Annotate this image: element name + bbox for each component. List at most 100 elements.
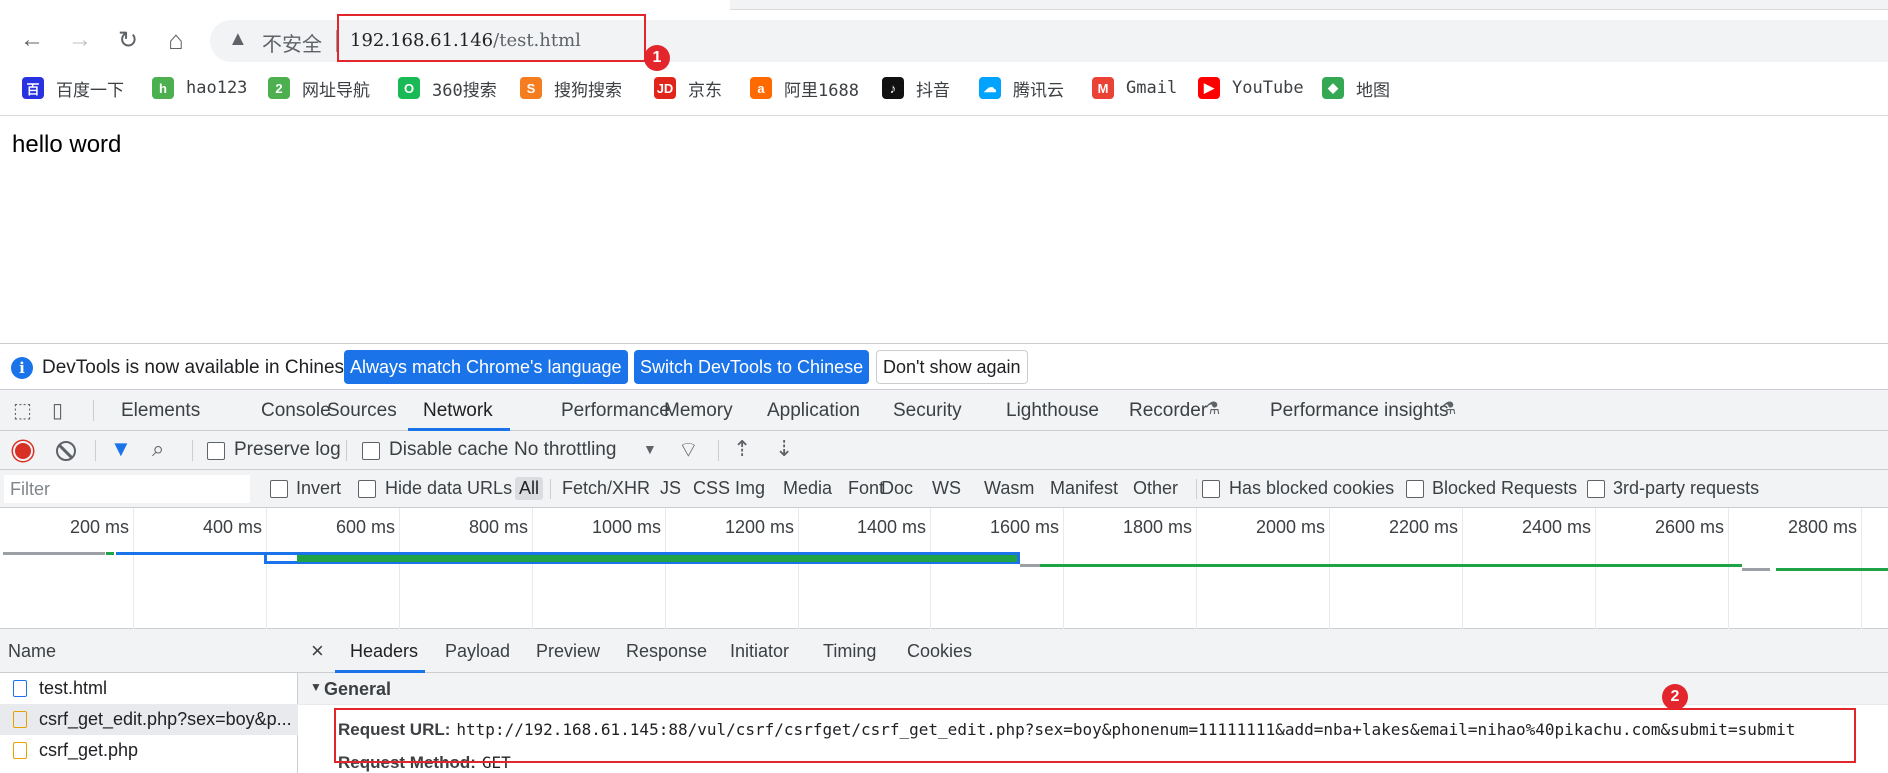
reload-icon[interactable]: ↻ xyxy=(110,22,146,58)
request-row-csrf-get[interactable]: csrf_get.php xyxy=(0,735,298,766)
filter-type-js[interactable]: JS xyxy=(656,477,685,500)
toolbar-divider xyxy=(95,440,96,461)
forward-icon[interactable]: → xyxy=(62,22,98,58)
warning-triangle-icon[interactable]: ▲ xyxy=(228,28,248,51)
detail-tab-initiator[interactable]: Initiator xyxy=(730,641,789,662)
bookmark-label: YouTube xyxy=(1232,78,1304,98)
timeline-gridline xyxy=(266,508,267,629)
name-column-header[interactable]: Name xyxy=(0,629,298,673)
timeline-gridline xyxy=(930,508,931,629)
inspect-element-icon[interactable]: ⬚ xyxy=(13,398,32,423)
bookmark-maps[interactable]: ◆ 地图 xyxy=(1322,74,1390,102)
filter-type-other[interactable]: Other xyxy=(1129,477,1182,500)
request-row-csrf-get-edit[interactable]: csrf_get_edit.php?sex=boy&p... xyxy=(0,704,298,735)
home-icon[interactable]: ⌂ xyxy=(158,22,194,58)
maps-icon: ◆ xyxy=(1322,77,1344,99)
general-section-header[interactable]: ▼ General xyxy=(298,673,1888,705)
has-blocked-cookies-checkbox[interactable] xyxy=(1202,480,1220,498)
tab-lighthouse[interactable]: Lighthouse xyxy=(1006,400,1099,422)
bookmark-alibaba[interactable]: a 阿里1688 xyxy=(750,74,859,102)
filter-type-css[interactable]: CSS xyxy=(689,477,734,500)
filter-type-ws[interactable]: WS xyxy=(928,477,965,500)
jd-icon: JD xyxy=(654,77,676,99)
record-icon[interactable] xyxy=(13,441,33,461)
filter-type-manifest[interactable]: Manifest xyxy=(1046,477,1122,500)
annotation-box-1 xyxy=(337,14,646,62)
request-row-test-html[interactable]: test.html xyxy=(0,673,298,704)
filter-type-fetch-xhr[interactable]: Fetch/XHR xyxy=(558,477,654,500)
filter-type-doc[interactable]: Doc xyxy=(877,477,917,500)
clear-icon[interactable] xyxy=(56,441,76,461)
bookmark-label: 腾讯云 xyxy=(1013,80,1064,101)
detail-tab-payload[interactable]: Payload xyxy=(445,641,510,662)
timeline-gridline xyxy=(665,508,666,629)
always-match-language-button[interactable]: Always match Chrome's language xyxy=(344,350,628,384)
blocked-requests-checkbox[interactable] xyxy=(1406,480,1424,498)
filter-icon[interactable]: ▼ xyxy=(110,436,132,462)
timeline-bar-waiting xyxy=(1040,564,1742,567)
bookmark-2345[interactable]: 2 网址导航 xyxy=(268,74,370,102)
tab-performance[interactable]: Performance xyxy=(561,400,670,422)
timeline-bar-download xyxy=(116,552,264,555)
detail-tab-response[interactable]: Response xyxy=(626,641,707,662)
throttling-select[interactable]: No throttling xyxy=(514,439,616,461)
timeline-gridline xyxy=(532,508,533,629)
tab-recorder[interactable]: Recorder xyxy=(1129,400,1207,422)
bookmark-360[interactable]: O 360搜索 xyxy=(398,74,497,102)
bookmark-youtube[interactable]: ▶ YouTube xyxy=(1198,74,1304,102)
chrome-divider xyxy=(0,115,1888,116)
tab-elements[interactable]: Elements xyxy=(121,400,200,422)
filter-type-all[interactable]: All xyxy=(515,477,544,500)
dont-show-again-button[interactable]: Don't show again xyxy=(876,350,1028,384)
bookmark-hao123[interactable]: h hao123 xyxy=(152,74,247,102)
chevron-down-icon[interactable]: ▼ xyxy=(643,441,657,457)
bookmark-jd[interactable]: JD 京东 xyxy=(654,74,722,102)
detail-tab-preview[interactable]: Preview xyxy=(536,641,600,662)
filter-type-img[interactable]: Img xyxy=(731,477,769,500)
device-toolbar-icon[interactable]: ▯ xyxy=(52,398,63,423)
bookmark-douyin[interactable]: ♪ 抖音 xyxy=(882,74,950,102)
tab-memory[interactable]: Memory xyxy=(664,400,733,422)
hide-data-urls-checkbox[interactable] xyxy=(358,480,376,498)
tab-network[interactable]: Network xyxy=(423,400,493,422)
bookmark-sogou[interactable]: S 搜狗搜索 xyxy=(520,74,622,102)
bookmark-label: 阿里1688 xyxy=(784,80,859,101)
timeline-gridline xyxy=(1595,508,1596,629)
bookmark-baidu[interactable]: 百百度一下 xyxy=(22,74,124,102)
tab-console[interactable]: Console xyxy=(261,400,331,422)
network-conditions-icon[interactable]: ⌔ xyxy=(678,436,699,464)
filter-type-media[interactable]: Media xyxy=(779,477,836,500)
security-indicator[interactable]: 不安全 xyxy=(262,28,322,57)
timeline-gridline xyxy=(798,508,799,629)
export-har-icon[interactable]: ⇣ xyxy=(775,436,793,462)
bookmark-label: 京东 xyxy=(688,80,722,101)
detail-tab-cookies[interactable]: Cookies xyxy=(907,641,972,662)
disable-cache-checkbox[interactable] xyxy=(362,442,380,460)
timeline-tick-label: 600 ms xyxy=(335,517,395,537)
filter-input[interactable] xyxy=(4,475,250,503)
youtube-icon: ▶ xyxy=(1198,77,1220,99)
bookmark-label: 百度一下 xyxy=(56,80,124,101)
import-har-icon[interactable]: ⇡ xyxy=(733,436,751,462)
tab-performance-insights[interactable]: Performance insights xyxy=(1270,400,1448,422)
preserve-log-checkbox[interactable] xyxy=(207,442,225,460)
name-header-label: Name xyxy=(8,641,57,661)
invert-checkbox[interactable] xyxy=(270,480,288,498)
detail-tab-timing[interactable]: Timing xyxy=(823,641,876,662)
tab-sources[interactable]: Sources xyxy=(327,400,397,422)
filter-type-wasm[interactable]: Wasm xyxy=(980,477,1038,500)
2345-icon: 2 xyxy=(268,77,290,99)
network-timeline-overview[interactable]: 200 ms 400 ms 600 ms 800 ms 1000 ms 1200 ms 14… xyxy=(0,508,1888,629)
tab-security[interactable]: Security xyxy=(893,400,962,422)
search-icon[interactable]: ⌕ xyxy=(152,436,164,462)
detail-tab-headers[interactable]: Headers xyxy=(350,641,418,662)
timeline-bar-stalled xyxy=(1020,564,1040,567)
switch-to-chinese-button[interactable]: Switch DevTools to Chinese xyxy=(634,350,870,384)
back-icon[interactable]: ← xyxy=(14,22,50,58)
tab-application[interactable]: Application xyxy=(767,400,860,422)
tencent-cloud-icon: ☁ xyxy=(979,77,1001,99)
third-party-requests-checkbox[interactable] xyxy=(1587,480,1605,498)
close-icon[interactable]: × xyxy=(311,638,324,664)
bookmark-tencent-cloud[interactable]: ☁ 腾讯云 xyxy=(979,74,1064,102)
bookmark-gmail[interactable]: M Gmail xyxy=(1092,74,1177,102)
